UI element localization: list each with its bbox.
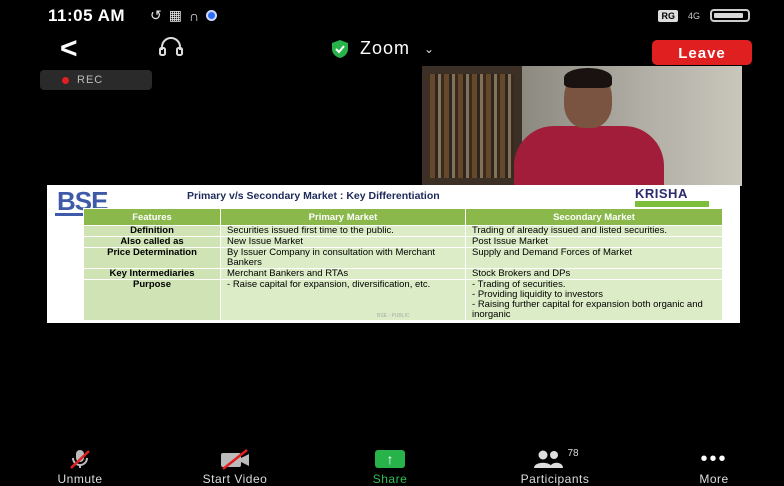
shared-screen-slide: BSE Primary v/s Secondary Market : Key D… xyxy=(47,185,740,323)
secondary-cell: Post Issue Market xyxy=(465,236,723,248)
status-left-icons: ↺ ▦ ∩ xyxy=(150,7,218,24)
primary-cell: New Issue Market xyxy=(220,236,466,248)
table-header-row: Features Primary Market Secondary Market xyxy=(83,208,723,226)
battery-icon xyxy=(710,9,750,22)
table-header: Features xyxy=(83,208,221,226)
feature-cell: Key Intermediaries xyxy=(83,268,221,280)
table-header: Primary Market xyxy=(220,208,466,226)
meeting-header: < Zoom ⌄ Leave xyxy=(0,32,784,66)
primary-cell: - Raise capital for expansion, diversifi… xyxy=(220,279,466,321)
share-label: Share xyxy=(372,472,408,486)
slide-footer: BSE - PUBLIC xyxy=(377,313,410,319)
volume-badge-icon: RG xyxy=(658,9,678,22)
secondary-cell: - Trading of securities. - Providing liq… xyxy=(465,279,723,321)
participant-count: 78 xyxy=(567,447,579,459)
zoom-dot-icon xyxy=(206,10,218,21)
signal-icon: 4G xyxy=(687,10,700,21)
meeting-title: Zoom xyxy=(360,38,411,58)
unmute-button[interactable]: Unmute xyxy=(30,448,130,486)
back-button[interactable]: < xyxy=(60,32,78,66)
sync-icon: ↺ xyxy=(150,7,162,23)
feature-cell: Purpose xyxy=(83,279,221,321)
participant-body xyxy=(514,126,664,186)
unmute-label: Unmute xyxy=(57,472,103,486)
recording-label: REC xyxy=(77,74,104,86)
primary-cell: By Issuer Company in consultation with M… xyxy=(220,247,466,269)
slide-title: Primary v/s Secondary Market : Key Diffe… xyxy=(187,190,440,202)
table-row: Key Intermediaries Merchant Bankers and … xyxy=(83,268,723,280)
share-button[interactable]: ↑ Share xyxy=(340,448,440,486)
mic-muted-icon xyxy=(70,450,90,469)
table-row: Definition Securities issued first time … xyxy=(83,225,723,237)
bullet-item: - Raise capital for expansion, diversifi… xyxy=(227,279,431,290)
audio-route-icon[interactable] xyxy=(158,36,184,58)
more-dots-icon: ••• xyxy=(700,448,728,470)
image-off-icon: ▦ xyxy=(168,7,182,23)
share-arrow-icon: ↑ xyxy=(375,450,405,468)
feature-cell: Price Determination xyxy=(83,247,221,269)
leave-button[interactable]: Leave xyxy=(652,40,752,65)
secondary-cell: Trading of already issued and listed sec… xyxy=(465,225,723,237)
status-right-icons: RG 4G xyxy=(658,9,750,22)
record-dot-icon xyxy=(62,76,69,84)
primary-cell: Merchant Bankers and RTAs xyxy=(220,268,466,280)
secondary-cell: Stock Brokers and DPs xyxy=(465,268,723,280)
video-thumbnail[interactable] xyxy=(422,66,742,186)
bookshelf xyxy=(422,66,522,186)
chevron-down-icon: ⌄ xyxy=(424,41,435,56)
participants-icon xyxy=(534,450,564,468)
start-video-label: Start Video xyxy=(202,472,268,486)
meeting-toolbar: Unmute Start Video ↑ Share 78 Participan… xyxy=(0,448,784,486)
table-row: Also called as New Issue Market Post Iss… xyxy=(83,236,723,248)
secondary-cell: Supply and Demand Forces of Market xyxy=(465,247,723,269)
comparison-table: Features Primary Market Secondary Market… xyxy=(83,208,723,321)
participants-button[interactable]: 78 Participants xyxy=(505,448,605,486)
feature-cell: Also called as xyxy=(83,236,221,248)
table-row: Price Determination By Issuer Company in… xyxy=(83,247,723,269)
headphones-icon: ∩ xyxy=(188,7,200,24)
recording-indicator[interactable]: REC xyxy=(40,70,152,90)
status-time: 11:05 AM xyxy=(48,6,126,25)
feature-cell: Definition xyxy=(83,225,221,237)
table-header: Secondary Market xyxy=(465,208,723,226)
krisha-logo: KRISHA xyxy=(635,186,688,201)
shield-check-icon xyxy=(332,39,348,58)
participants-label: Participants xyxy=(520,472,590,486)
more-button[interactable]: ••• More xyxy=(664,448,764,486)
more-label: More xyxy=(699,472,729,486)
video-off-icon xyxy=(221,449,249,470)
start-video-button[interactable]: Start Video xyxy=(185,448,285,486)
primary-cell: Securities issued first time to the publ… xyxy=(220,225,466,237)
status-bar: 11:05 AM ↺ ▦ ∩ RG 4G xyxy=(0,0,784,36)
bullet-item: - Raising further capital for expansion … xyxy=(472,299,703,320)
meeting-title-dropdown[interactable]: Zoom ⌄ xyxy=(330,38,434,59)
